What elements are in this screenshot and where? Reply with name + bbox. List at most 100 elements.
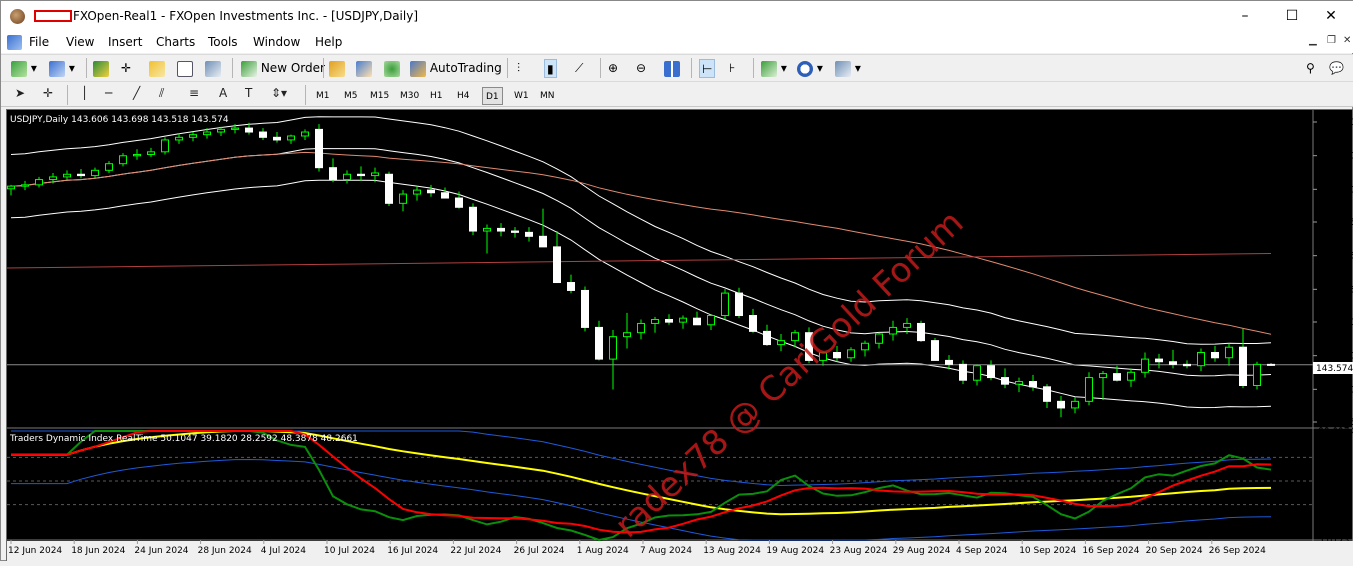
- candle-body: [525, 231, 533, 237]
- candle-body: [847, 349, 855, 359]
- price-tick-label: 141.710: [1318, 385, 1353, 395]
- terminal-icon[interactable]: [177, 59, 193, 78]
- candle-body: [931, 340, 939, 361]
- period-m30[interactable]: M30: [397, 87, 422, 105]
- standard-toolbar: ▾ ▾ ✛ New Order AutoTrading ⫶ ▮ ⟋ ⊕ ⊖ ⊢ …: [1, 54, 1353, 123]
- candle-body: [945, 359, 953, 365]
- auto-trading-button[interactable]: AutoTrading: [410, 59, 502, 78]
- candle-body: [595, 326, 603, 360]
- period-d1[interactable]: D1: [482, 87, 503, 105]
- time-tick-label: 26 Jul 2024: [514, 546, 565, 556]
- arrows-tool-icon[interactable]: ⇕▾: [271, 86, 287, 100]
- candle-body: [1099, 373, 1107, 379]
- mdi-restore-icon[interactable]: ❐: [1327, 35, 1336, 46]
- trendline-icon[interactable]: ╱: [133, 86, 140, 100]
- notifications-icon[interactable]: 💬: [1329, 59, 1344, 78]
- navigator-star-icon[interactable]: [149, 59, 165, 78]
- redacted-account-box: [34, 10, 72, 22]
- strategy-tester-icon[interactable]: [205, 59, 221, 78]
- candle-body: [35, 179, 43, 186]
- candle-body: [1183, 363, 1191, 367]
- time-tick-label: 10 Sep 2024: [1019, 546, 1076, 556]
- community-icon[interactable]: [356, 59, 372, 78]
- search-icon[interactable]: ⚲: [1306, 59, 1315, 78]
- candle-body: [511, 230, 519, 233]
- profiles-button[interactable]: ▾: [49, 59, 75, 78]
- time-tick-label: 7 Aug 2024: [640, 546, 692, 556]
- period-m5[interactable]: M5: [341, 87, 361, 105]
- equidistant-channel-icon[interactable]: ⫽: [159, 86, 164, 101]
- minimize-button[interactable]: –: [1222, 1, 1268, 32]
- candle-body: [231, 127, 239, 130]
- market-watch-icon[interactable]: [93, 59, 109, 78]
- menu-bar: File View Insert Charts Tools Window Hel…: [1, 32, 1353, 53]
- mdi-minimize-icon[interactable]: ▁: [1309, 35, 1317, 46]
- candle-body: [623, 332, 631, 338]
- zoom-in-icon[interactable]: ⊕: [608, 59, 618, 78]
- menu-help[interactable]: Help: [315, 35, 342, 49]
- candle-body: [1001, 377, 1009, 385]
- menu-window[interactable]: Window: [253, 35, 300, 49]
- period-mn[interactable]: MN: [537, 87, 558, 105]
- data-window-crosshair-icon[interactable]: ✛: [121, 59, 131, 78]
- zoom-out-icon[interactable]: ⊖: [636, 59, 646, 78]
- line-chart-icon[interactable]: ⟋: [575, 59, 583, 78]
- menu-view[interactable]: View: [66, 35, 94, 49]
- indicators-button[interactable]: ▾: [761, 59, 787, 78]
- bar-chart-icon[interactable]: ⫶: [517, 59, 520, 78]
- time-tick-label: 16 Sep 2024: [1082, 546, 1139, 556]
- horizontal-line-icon[interactable]: ─: [105, 86, 112, 100]
- new-order-button[interactable]: New Order: [241, 59, 325, 78]
- text-tool-icon[interactable]: A: [219, 86, 227, 100]
- candle-body: [861, 342, 869, 351]
- candle-body: [245, 127, 253, 133]
- period-m1[interactable]: M1: [313, 87, 333, 105]
- chart-area[interactable]: 88.09746850325.0123 161.960159.410156.86…: [6, 109, 1353, 562]
- menu-file[interactable]: File: [29, 35, 49, 49]
- signals-icon[interactable]: [384, 59, 400, 78]
- new-chart-button[interactable]: ▾: [11, 59, 37, 78]
- candle-body: [903, 322, 911, 328]
- candle-body: [21, 184, 29, 187]
- candle-body: [679, 317, 687, 323]
- vertical-line-icon[interactable]: │: [81, 86, 88, 100]
- candle-body: [637, 322, 645, 334]
- chart-window-icon: [7, 35, 22, 50]
- candle-body: [1211, 351, 1219, 359]
- text-label-icon[interactable]: T: [245, 86, 252, 100]
- period-h4[interactable]: H4: [454, 87, 473, 105]
- candle-body: [301, 131, 309, 137]
- candle-body: [469, 206, 477, 232]
- menu-tools[interactable]: Tools: [208, 35, 238, 49]
- cursor-arrow-icon[interactable]: ➤: [15, 86, 25, 100]
- candlestick-chart-icon[interactable]: ▮: [544, 59, 557, 78]
- candle-body: [315, 128, 323, 169]
- autoscroll-icon[interactable]: ⊦: [729, 59, 735, 78]
- tdi-tick-label: 88.0974: [1318, 427, 1353, 437]
- menu-insert[interactable]: Insert: [108, 35, 142, 49]
- candle-body: [399, 193, 407, 204]
- chart-canvas[interactable]: 88.09746850325.0123 161.960159.410156.86…: [6, 110, 1353, 562]
- candle-body: [1169, 361, 1177, 365]
- chart-shift-icon[interactable]: ⊢: [699, 59, 716, 78]
- candle-body: [259, 131, 267, 138]
- candle-body: [721, 292, 729, 317]
- price-tick-label: 149.285: [1318, 285, 1353, 295]
- time-tick-label: 28 Jun 2024: [198, 546, 252, 556]
- candle-body: [693, 317, 701, 326]
- templates-button[interactable]: ▾: [835, 59, 861, 78]
- candle-body: [329, 167, 337, 181]
- window-title: FXOpen-Real1 - FXOpen Investments Inc. -…: [73, 9, 418, 23]
- menu-charts[interactable]: Charts: [156, 35, 195, 49]
- periodicity-clock-button[interactable]: ▾: [797, 59, 823, 78]
- fibonacci-icon[interactable]: ≡: [189, 86, 199, 100]
- candle-body: [959, 363, 967, 381]
- period-m15[interactable]: M15: [367, 87, 392, 105]
- period-w1[interactable]: W1: [511, 87, 532, 105]
- metaeditor-icon[interactable]: [329, 59, 345, 78]
- tile-windows-icon[interactable]: [664, 59, 680, 78]
- period-h1[interactable]: H1: [427, 87, 446, 105]
- mdi-close-icon[interactable]: ✕: [1343, 35, 1351, 46]
- crosshair-icon[interactable]: ✛: [43, 86, 53, 100]
- close-button[interactable]: ✕: [1308, 1, 1353, 32]
